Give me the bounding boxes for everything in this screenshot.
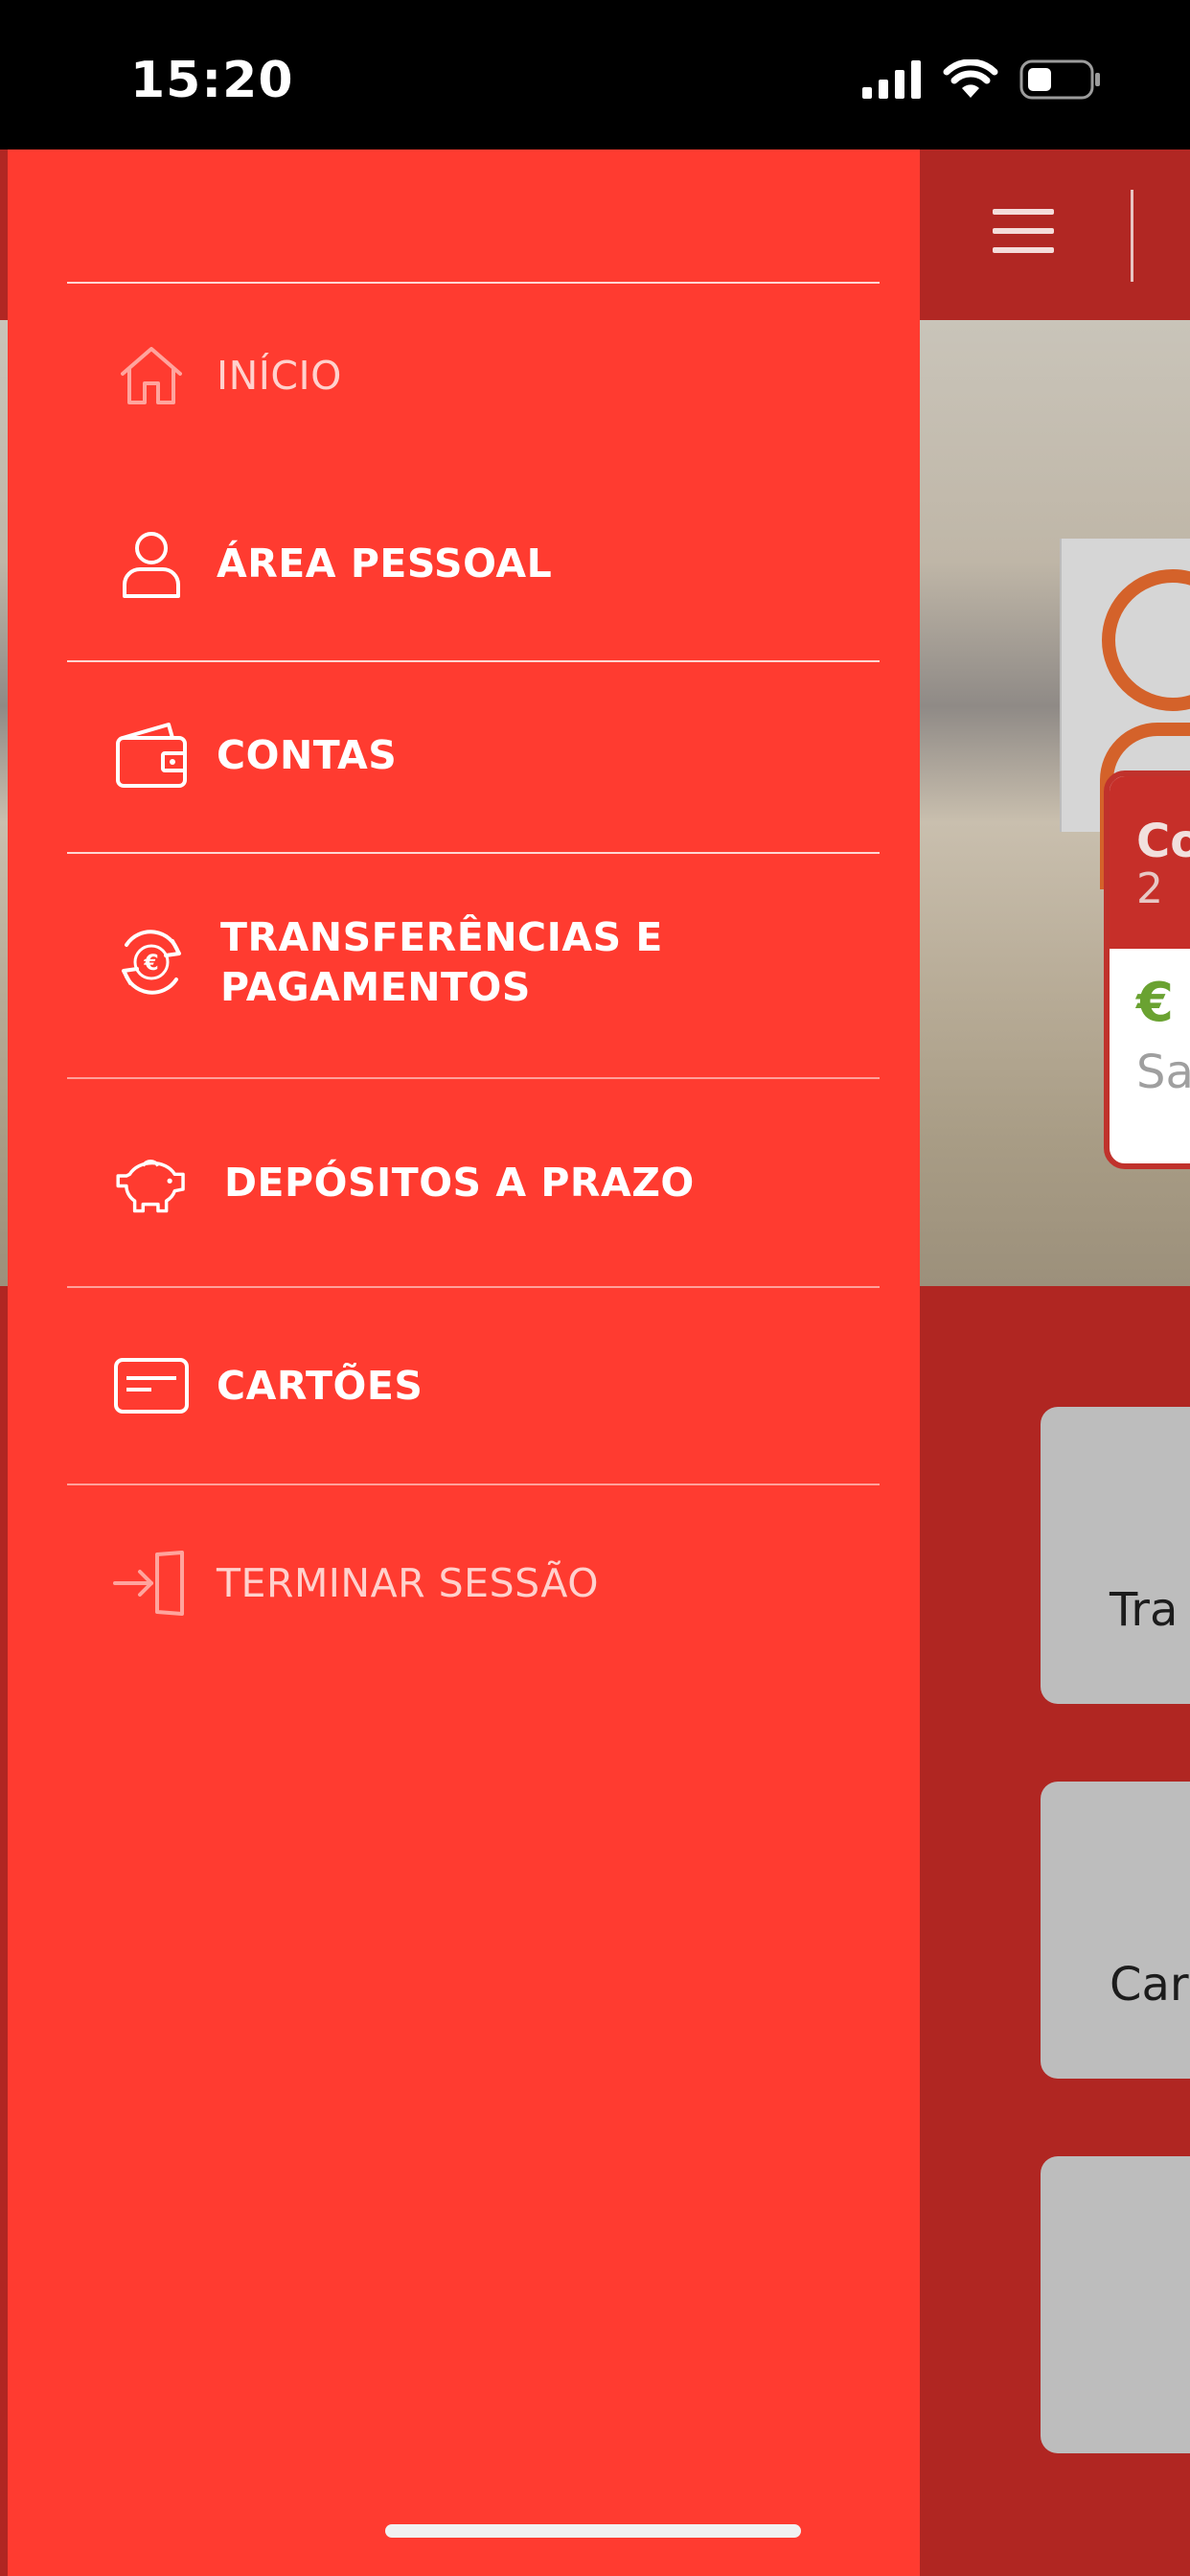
status-time: 15:20	[130, 52, 294, 109]
side-drawer: INÍCIO ÁREA PESSOAL CONTAS € TRANSFERÊNC…	[8, 150, 920, 2576]
wifi-icon	[943, 58, 998, 104]
status-icons	[862, 58, 1102, 104]
menu-item-label-line1: TRANSFERÊNCIAS E	[220, 914, 663, 960]
divider	[67, 1286, 880, 1288]
shortcut-tile-label: Tra	[1110, 1583, 1179, 1637]
menu-item-area-pessoal[interactable]: ÁREA PESSOAL	[113, 525, 552, 602]
menu-item-inicio[interactable]: INÍCIO	[113, 337, 342, 414]
card-icon	[113, 1347, 190, 1424]
euro-transfer-icon: €	[113, 924, 190, 1000]
menu-item-label: ÁREA PESSOAL	[217, 540, 553, 586]
divider	[67, 660, 880, 662]
menu-item-label: TERMINAR SESSÃO	[217, 1560, 599, 1606]
account-card[interactable]: Co 2 € Sa	[1104, 770, 1190, 1169]
divider	[67, 1484, 880, 1485]
logout-icon	[113, 1545, 190, 1622]
menu-item-terminar-sessao[interactable]: TERMINAR SESSÃO	[113, 1545, 599, 1622]
status-bar: 15:20	[0, 0, 1190, 150]
home-indicator[interactable]	[385, 2524, 801, 2538]
divider	[67, 852, 880, 854]
account-card-subtitle: 2	[1136, 864, 1163, 913]
euro-icon: €	[1136, 972, 1174, 1034]
shortcut-tile-label: Car	[1110, 1958, 1189, 2012]
cellular-signal-icon	[862, 60, 922, 103]
menu-item-transferencias[interactable]: € TRANSFERÊNCIAS E PAGAMENTOS	[113, 912, 663, 1012]
wallet-icon	[113, 717, 190, 794]
menu-item-label-line2: PAGAMENTOS	[220, 964, 531, 1010]
menu-item-label: TRANSFERÊNCIAS E PAGAMENTOS	[220, 912, 663, 1012]
screen: 15:20 C 2 € Sa Tra Car INÍCIO ÁREA PESSO…	[0, 0, 1190, 2576]
hamburger-menu-icon[interactable]	[993, 209, 1054, 253]
menu-item-label: CONTAS	[217, 732, 398, 778]
piggy-bank-icon	[113, 1144, 190, 1221]
shortcut-tile[interactable]: Tra	[1041, 1407, 1190, 1704]
menu-item-label: INÍCIO	[217, 353, 342, 399]
home-icon	[113, 337, 190, 414]
shortcut-tile[interactable]: Car	[1041, 1782, 1190, 2079]
svg-text:€: €	[143, 952, 158, 976]
battery-icon	[1019, 59, 1102, 104]
menu-item-cartoes[interactable]: CARTÕES	[113, 1347, 423, 1424]
divider	[67, 1077, 880, 1079]
shortcut-tile[interactable]	[1041, 2156, 1190, 2453]
user-icon	[113, 525, 190, 602]
account-card-title: Co	[1136, 815, 1190, 868]
account-card-label: Sa	[1136, 1046, 1190, 1099]
menu-item-contas[interactable]: CONTAS	[113, 717, 397, 794]
menu-item-label: DEPÓSITOS A PRAZO	[224, 1160, 695, 1206]
menu-item-label: CARTÕES	[217, 1363, 423, 1409]
divider	[67, 282, 880, 284]
menu-item-depositos[interactable]: DEPÓSITOS A PRAZO	[113, 1144, 695, 1221]
header-divider	[1131, 190, 1133, 282]
